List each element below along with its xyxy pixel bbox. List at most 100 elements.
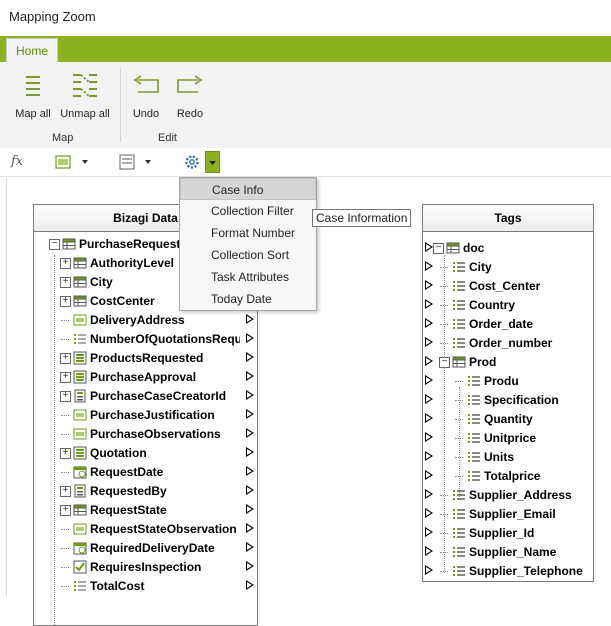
tree-row-specification[interactable]: Specification <box>423 391 593 410</box>
tree-row-supplier-email[interactable]: Supplier_Email <box>423 505 593 524</box>
collapse-icon[interactable]: − <box>433 243 444 254</box>
expand-icon[interactable]: + <box>60 296 71 307</box>
tree-row-productsrequested[interactable]: + ProductsRequested <box>34 349 257 368</box>
tree-row-requireddeliverydate[interactable]: RequiredDeliveryDate <box>34 539 257 558</box>
tree-row-label: RequestDate <box>90 465 164 479</box>
tree-row-supplier-address[interactable]: Supplier_Address <box>423 486 593 505</box>
expand-icon[interactable]: + <box>60 486 71 497</box>
expand-icon[interactable]: + <box>60 277 71 288</box>
undo-button[interactable]: Undo <box>128 68 164 120</box>
expand-icon[interactable]: + <box>60 372 71 383</box>
map-arrow-icon[interactable] <box>425 432 433 442</box>
map-arrow-icon[interactable] <box>246 523 254 533</box>
menu-item-format-number[interactable]: Format Number <box>180 222 316 244</box>
map-arrow-icon[interactable] <box>246 333 254 343</box>
redo-button[interactable]: Redo <box>172 68 208 120</box>
tree-row-requestedby[interactable]: + RequestedBy <box>34 482 257 501</box>
expand-icon[interactable]: + <box>60 353 71 364</box>
menu-item-case-info[interactable]: Case Info <box>180 178 316 200</box>
map-arrow-icon[interactable] <box>246 504 254 514</box>
unmap-all-button[interactable]: Unmap all <box>58 68 112 120</box>
map-arrow-icon[interactable] <box>246 561 254 571</box>
tree-row-purchasejustification[interactable]: PurchaseJustification <box>34 406 257 425</box>
text-function-button[interactable] <box>118 153 154 171</box>
tree-row-requiresinspection[interactable]: RequiresInspection <box>34 558 257 577</box>
tab-home[interactable]: Home <box>6 38 58 63</box>
map-arrow-icon[interactable] <box>246 466 254 476</box>
window-title: Mapping Zoom <box>9 9 96 24</box>
map-arrow-icon[interactable] <box>425 489 433 499</box>
collapse-icon[interactable]: − <box>439 357 450 368</box>
tree-row-deliveryaddress[interactable]: DeliveryAddress <box>34 311 257 330</box>
map-arrow-icon[interactable] <box>246 447 254 457</box>
menu-item-task-attributes[interactable]: Task Attributes <box>180 266 316 288</box>
tree-row-supplier-id[interactable]: Supplier_Id <box>423 524 593 543</box>
text-tool-button[interactable] <box>55 153 91 171</box>
tree-row-requeststate[interactable]: + RequestState <box>34 501 257 520</box>
expand-icon[interactable]: + <box>60 258 71 269</box>
tree-row-supplier-telephone[interactable]: Supplier_Telephone <box>423 562 593 581</box>
tree-row-numberofquotationsrequir[interactable]: NumberOfQuotationsRequir <box>34 330 257 349</box>
tree-row-purchaseapproval[interactable]: + PurchaseApproval <box>34 368 257 387</box>
tree-row-unitprice[interactable]: Unitprice <box>423 429 593 448</box>
tree-row-requestdate[interactable]: RequestDate <box>34 463 257 482</box>
map-arrow-icon[interactable] <box>246 390 254 400</box>
map-arrow-icon[interactable] <box>246 352 254 362</box>
menu-item-collection-sort[interactable]: Collection Sort <box>180 244 316 266</box>
map-arrow-icon[interactable] <box>425 451 433 461</box>
tree-row-supplier-name[interactable]: Supplier_Name <box>423 543 593 562</box>
map-arrow-icon[interactable] <box>425 356 433 366</box>
tree-row-requeststateobservation[interactable]: RequestStateObservation <box>34 520 257 539</box>
tree-row-order-number[interactable]: Order_number <box>423 334 593 353</box>
expand-icon[interactable]: + <box>60 391 71 402</box>
tree-row-cost-center[interactable]: Cost_Center <box>423 277 593 296</box>
map-arrow-icon[interactable] <box>425 394 433 404</box>
ribbon: Map all Unmap all Map Undo Redo Edit <box>0 62 611 149</box>
tree-row-produ[interactable]: Produ <box>423 372 593 391</box>
map-arrow-icon[interactable] <box>425 318 433 328</box>
tree-row-purchasecasecreatorid[interactable]: + PurchaseCaseCreatorId <box>34 387 257 406</box>
tree-row-city[interactable]: City <box>423 258 593 277</box>
tree-row-quotation[interactable]: + Quotation <box>34 444 257 463</box>
settings-dropdown-button[interactable] <box>205 151 220 173</box>
map-arrow-icon[interactable] <box>425 527 433 537</box>
tree-row-prod[interactable]: − Prod <box>423 353 593 372</box>
map-arrow-icon[interactable] <box>425 546 433 556</box>
map-arrow-icon[interactable] <box>246 580 254 590</box>
tree-row-order-date[interactable]: Order_date <box>423 315 593 334</box>
map-arrow-icon[interactable] <box>425 261 433 271</box>
tree-row-quantity[interactable]: Quantity <box>423 410 593 429</box>
menu-item-collection-filter[interactable]: Collection Filter <box>180 200 316 222</box>
map-arrow-icon[interactable] <box>246 485 254 495</box>
map-arrow-icon[interactable] <box>425 565 433 575</box>
map-arrow-icon[interactable] <box>425 413 433 423</box>
settings-button[interactable] <box>184 153 200 171</box>
tree-row-units[interactable]: Units <box>423 448 593 467</box>
tree-row-purchaseobservations[interactable]: PurchaseObservations <box>34 425 257 444</box>
expand-icon[interactable]: + <box>60 505 71 516</box>
tree-row-doc[interactable]: − doc <box>423 239 593 258</box>
menu-item-today-date[interactable]: Today Date <box>180 288 316 310</box>
collapse-icon[interactable]: − <box>49 239 60 250</box>
map-arrow-icon[interactable] <box>425 299 433 309</box>
tree-row-totalcost[interactable]: TotalCost <box>34 577 257 596</box>
map-arrow-icon[interactable] <box>246 409 254 419</box>
map-arrow-icon[interactable] <box>246 542 254 552</box>
map-arrow-icon[interactable] <box>425 242 433 252</box>
map-arrow-icon[interactable] <box>425 470 433 480</box>
tree-row-label: RequestedBy <box>90 484 167 498</box>
function-icon[interactable]: fx <box>11 154 23 172</box>
map-arrow-icon[interactable] <box>425 508 433 518</box>
tree-row-totalprice[interactable]: Totalprice <box>423 467 593 486</box>
map-arrow-icon[interactable] <box>246 314 254 324</box>
expand-icon[interactable]: + <box>60 448 71 459</box>
map-arrow-icon[interactable] <box>425 280 433 290</box>
map-arrow-icon[interactable] <box>425 337 433 347</box>
map-arrow-icon[interactable] <box>246 371 254 381</box>
map-all-button[interactable]: Map all <box>10 68 56 120</box>
tree-row-country[interactable]: Country <box>423 296 593 315</box>
functions-dropdown-menu: Case Info Collection Filter Format Numbe… <box>179 177 317 311</box>
map-arrow-icon[interactable] <box>425 375 433 385</box>
map-arrow-icon[interactable] <box>246 428 254 438</box>
title-bar: Mapping Zoom <box>0 0 611 36</box>
